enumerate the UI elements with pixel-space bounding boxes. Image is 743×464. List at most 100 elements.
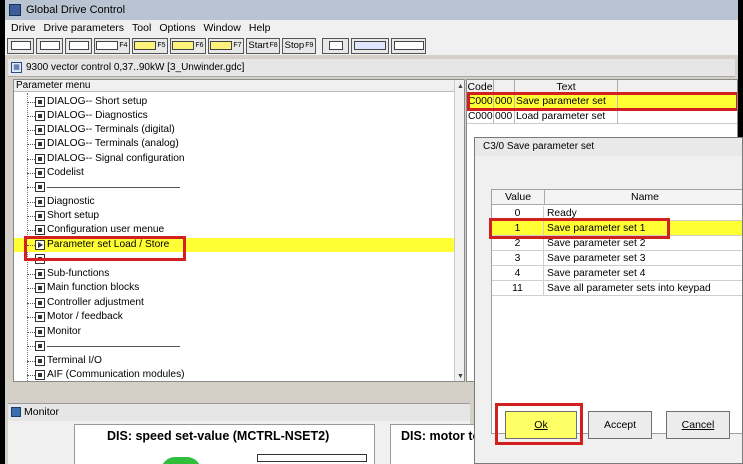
f6-button[interactable]: F6	[170, 37, 206, 54]
read-icon	[134, 41, 157, 50]
tree-scrollbar[interactable]: ▲ ▼	[454, 80, 464, 381]
row-value: 11	[492, 281, 544, 296]
f4-key: F4	[119, 42, 128, 49]
annotation-box	[495, 403, 583, 445]
device-button[interactable]	[322, 37, 349, 54]
table-row[interactable]: 11 Save all parameter sets into keypad	[492, 281, 742, 296]
tree-item-dialog-short-setup[interactable]: DIALOG-- Short setup	[14, 95, 454, 109]
menu-drive-parameters[interactable]: Drive parameters	[42, 22, 131, 34]
table-row[interactable]: C0002 000 Load parameter set	[467, 110, 737, 124]
menu-tool[interactable]: Tool	[130, 22, 157, 34]
tree-item-dialog-diagnostics[interactable]: DIALOG-- Diagnostics	[14, 109, 454, 123]
start-button[interactable]: Start F8	[246, 37, 280, 54]
folder-icon	[35, 111, 45, 121]
menu-drive[interactable]: Drive	[9, 22, 42, 34]
scroll-down-icon[interactable]: ▼	[456, 372, 464, 381]
app-title: Global Drive Control	[26, 4, 126, 16]
tree-item-sub-functions[interactable]: Sub-functions	[14, 267, 454, 281]
row-text: Load parameter set	[515, 110, 618, 124]
menu-window[interactable]: Window	[202, 22, 247, 34]
folder-icon	[35, 312, 45, 322]
tree-item-monitor[interactable]: Monitor	[14, 325, 454, 339]
menu-options[interactable]: Options	[157, 22, 201, 34]
accept-button[interactable]: Accept	[588, 411, 652, 439]
oscilloscope-button[interactable]	[391, 37, 426, 54]
table-row[interactable]: 3 Save parameter set 3	[492, 251, 742, 266]
folder-icon	[35, 370, 45, 380]
annotation-box	[24, 236, 186, 261]
dialog-title: C3/0 Save parameter set	[475, 138, 742, 156]
new-button[interactable]	[7, 37, 34, 54]
tree-item-label: DIALOG-- Diagnostics	[47, 110, 148, 121]
tree-item-label: DIALOG-- Terminals (digital)	[47, 124, 175, 135]
menu-help[interactable]: Help	[247, 22, 277, 34]
open-icon	[39, 41, 60, 50]
tree-item-dialog-signal-configuration[interactable]: DIALOG-- Signal configuration	[14, 152, 454, 166]
tree-item-label: Main function blocks	[47, 282, 140, 293]
row-name: Save all parameter sets into keypad	[545, 281, 742, 296]
tree-item-label: Codelist	[47, 167, 84, 178]
table-row[interactable]: 4 Save parameter set 4	[492, 266, 742, 281]
folder-icon	[35, 341, 45, 351]
open-button[interactable]	[36, 37, 63, 54]
row-value: 3	[492, 251, 544, 266]
compare-icon	[210, 41, 233, 50]
f7-button[interactable]: F7	[208, 37, 244, 54]
tree-item-motor-feedback[interactable]: Motor / feedback	[14, 310, 454, 324]
tree-item-dialog-terminals-digital[interactable]: DIALOG-- Terminals (digital)	[14, 123, 454, 137]
tree-item-label: Sub-functions	[47, 268, 110, 279]
parameter-tree: DIALOG-- Short setup DIALOG-- Diagnostic…	[14, 93, 454, 381]
folder-icon	[35, 182, 45, 192]
display-label: DIS: speed set-value (MCTRL-NSET2)	[107, 429, 330, 443]
value-bar	[257, 454, 367, 462]
parameter-menu-panel: Parameter menu DIALOG-- Short setup DIAL…	[13, 79, 465, 382]
folder-icon	[35, 269, 45, 279]
transfer-icon	[96, 41, 119, 50]
stop-label: Stop	[284, 40, 305, 51]
tree-item-label: Diagnostic	[47, 196, 95, 207]
tree-item-short-setup[interactable]: Short setup	[14, 209, 454, 223]
f4-button[interactable]: F4	[94, 37, 130, 54]
tree-item-controller-adjustment[interactable]: Controller adjustment	[14, 296, 454, 310]
column-value[interactable]: Value	[492, 190, 545, 205]
cancel-button[interactable]: Cancel	[666, 411, 730, 439]
scroll-up-icon[interactable]: ▲	[456, 82, 464, 91]
tree-separator	[14, 339, 454, 353]
document-title: 9300 vector control 0,37..90kW [3_Unwind…	[26, 62, 245, 73]
app-icon	[9, 4, 21, 16]
folder-icon	[35, 154, 45, 164]
tree-item-dialog-terminals-analog[interactable]: DIALOG-- Terminals (analog)	[14, 137, 454, 151]
row-name: Save parameter set 4	[545, 266, 742, 281]
tree-item-label: Controller adjustment	[47, 297, 144, 308]
row-value[interactable]	[618, 110, 737, 124]
tree-item-diagnostic[interactable]: Diagnostic	[14, 195, 454, 209]
list-icon	[35, 168, 45, 178]
save-icon	[68, 41, 89, 50]
tree-item-label: Monitor	[47, 326, 81, 337]
row-subcode: 000	[494, 110, 515, 124]
f5-button[interactable]: F5	[132, 37, 168, 54]
display-label: DIS: motor to	[401, 429, 480, 443]
start-label: Start	[248, 40, 269, 51]
title-bar: Global Drive Control	[5, 0, 738, 20]
tree-item-label: Terminal I/O	[47, 355, 102, 366]
value-table: Value Name 0 Ready 1 Save parameter set 1 …	[489, 189, 742, 434]
oscilloscope-icon	[393, 41, 424, 50]
column-name[interactable]: Name	[545, 190, 742, 205]
save-button[interactable]	[65, 37, 92, 54]
tree-item-codelist[interactable]: Codelist	[14, 166, 454, 180]
tree-item-main-function-blocks[interactable]: Main function blocks	[14, 281, 454, 295]
monitor-button[interactable]	[351, 37, 389, 54]
stop-key: F9	[305, 42, 314, 49]
tree-item-aif[interactable]: AIF (Communication modules)	[14, 368, 454, 381]
row-code: C0002	[468, 110, 494, 124]
folder-icon	[35, 197, 45, 207]
f7-key: F7	[233, 42, 242, 49]
save-parameter-set-dialog: C3/0 Save parameter set Value Name 0 Read…	[474, 137, 743, 464]
monitor-display-speed: DIS: speed set-value (MCTRL-NSET2)	[74, 424, 375, 464]
row-name: Save parameter set 3	[545, 251, 742, 266]
tree-item-terminal-io[interactable]: Terminal I/O	[14, 354, 454, 368]
stop-button[interactable]: Stop F9	[282, 37, 316, 54]
folder-icon	[35, 125, 45, 135]
tree-item-configuration-user-menue[interactable]: Configuration user menue	[14, 223, 454, 237]
